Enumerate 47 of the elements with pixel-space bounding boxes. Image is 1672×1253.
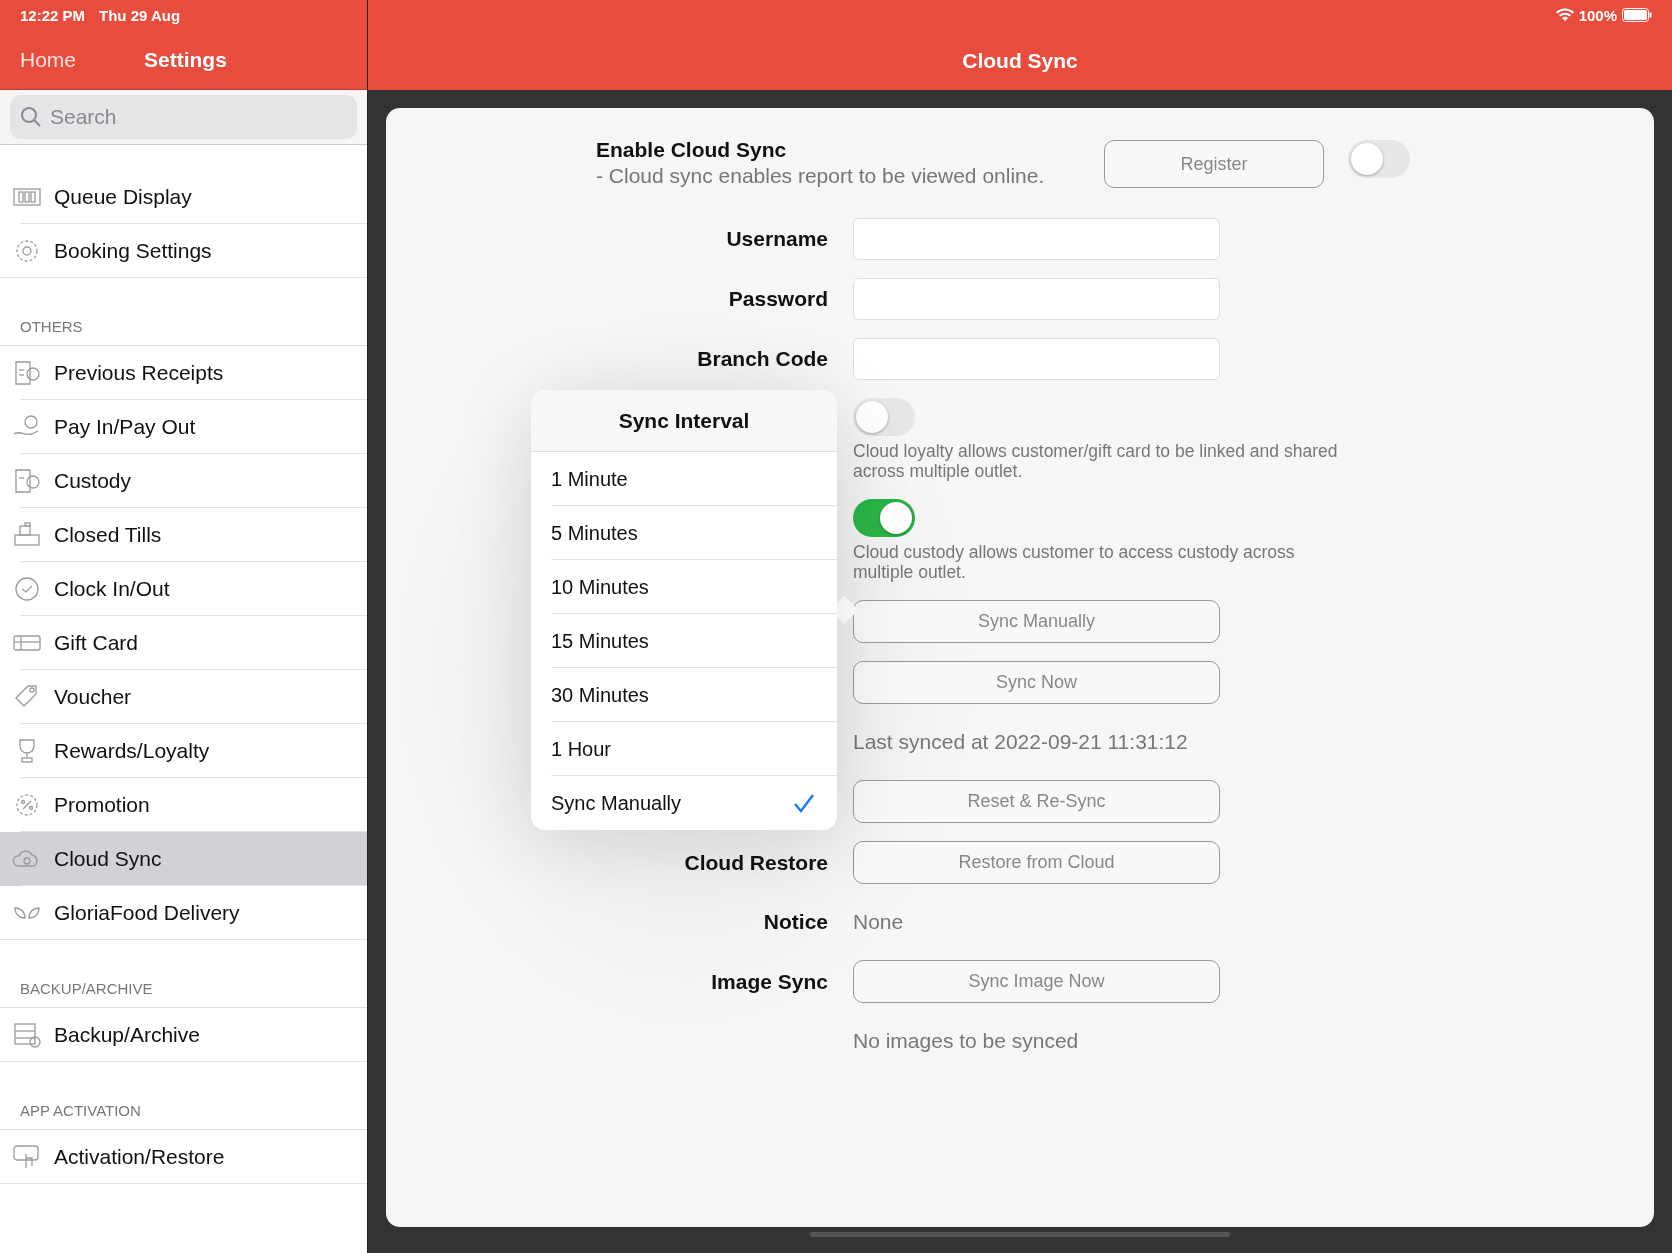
interval-option[interactable]: 1 Hour — [531, 722, 837, 776]
toggle-switch[interactable] — [1348, 140, 1410, 178]
input-field[interactable] — [853, 338, 1220, 380]
interval-option[interactable]: Sync Manually — [531, 776, 837, 830]
section-header: APP ACTIVATION — [20, 1102, 141, 1119]
status-date: Thu 29 Aug — [99, 6, 181, 24]
checkmark-icon — [793, 793, 815, 813]
menu-item-icon — [12, 522, 42, 548]
toggle-switch[interactable] — [853, 499, 915, 537]
input-field[interactable] — [853, 218, 1220, 260]
input-field[interactable] — [853, 278, 1220, 320]
field-label: Cloud Restore — [684, 850, 828, 875]
interval-option[interactable]: 10 Minutes — [531, 560, 837, 614]
enable-description: - Cloud sync enables report to be viewed online. — [596, 164, 1046, 188]
field-label: Notice — [763, 910, 828, 934]
page-title: Cloud Sync — [962, 49, 1078, 73]
battery-percent: 100% — [1578, 6, 1617, 24]
search-field[interactable]: Search — [10, 95, 357, 139]
field-label: Branch Code — [697, 347, 828, 371]
section-header: BACKUP/ARCHIVE — [20, 980, 153, 997]
menu-item-icon — [12, 576, 42, 602]
sidebar-title: Settings — [144, 47, 227, 72]
enable-cloud-sync-label: Enable Cloud Sync — [596, 138, 788, 162]
menu-item-icon — [12, 1144, 42, 1170]
info-text: No images to be synced — [853, 1028, 1080, 1054]
field-label: Username — [726, 227, 828, 251]
menu-item-icon — [12, 1022, 42, 1048]
interval-option[interactable]: 30 Minutes — [531, 668, 837, 722]
battery-icon — [1622, 8, 1652, 22]
field-label: Image Sync — [711, 969, 828, 994]
section-header: OTHERS — [20, 318, 83, 335]
interval-option[interactable]: 1 Minute — [531, 452, 837, 506]
toggle-description: Cloud custody allows customer to access custody across multiple outlet. — [853, 542, 1296, 582]
popover-title: Sync Interval — [618, 408, 750, 433]
interval-option[interactable]: 5 Minutes — [531, 506, 837, 560]
info-text: Last synced at 2022-09-21 11:31:12 — [853, 729, 1189, 755]
toggle-switch[interactable] — [853, 398, 915, 436]
info-text: None — [853, 909, 905, 935]
interval-option[interactable]: 15 Minutes — [531, 614, 837, 668]
menu-item-icon — [12, 360, 42, 386]
wifi-icon — [1555, 8, 1574, 22]
status-time: 12:22 PM — [20, 6, 86, 24]
menu-item-icon — [12, 468, 42, 494]
search-icon — [20, 106, 42, 128]
field-label: Password — [728, 287, 828, 311]
toggle-description: Cloud loyalty allows customer/gift card to be linked and shared across multiple outlet. — [853, 441, 1339, 481]
menu-item[interactable]: Cloud Sync — [0, 832, 367, 886]
